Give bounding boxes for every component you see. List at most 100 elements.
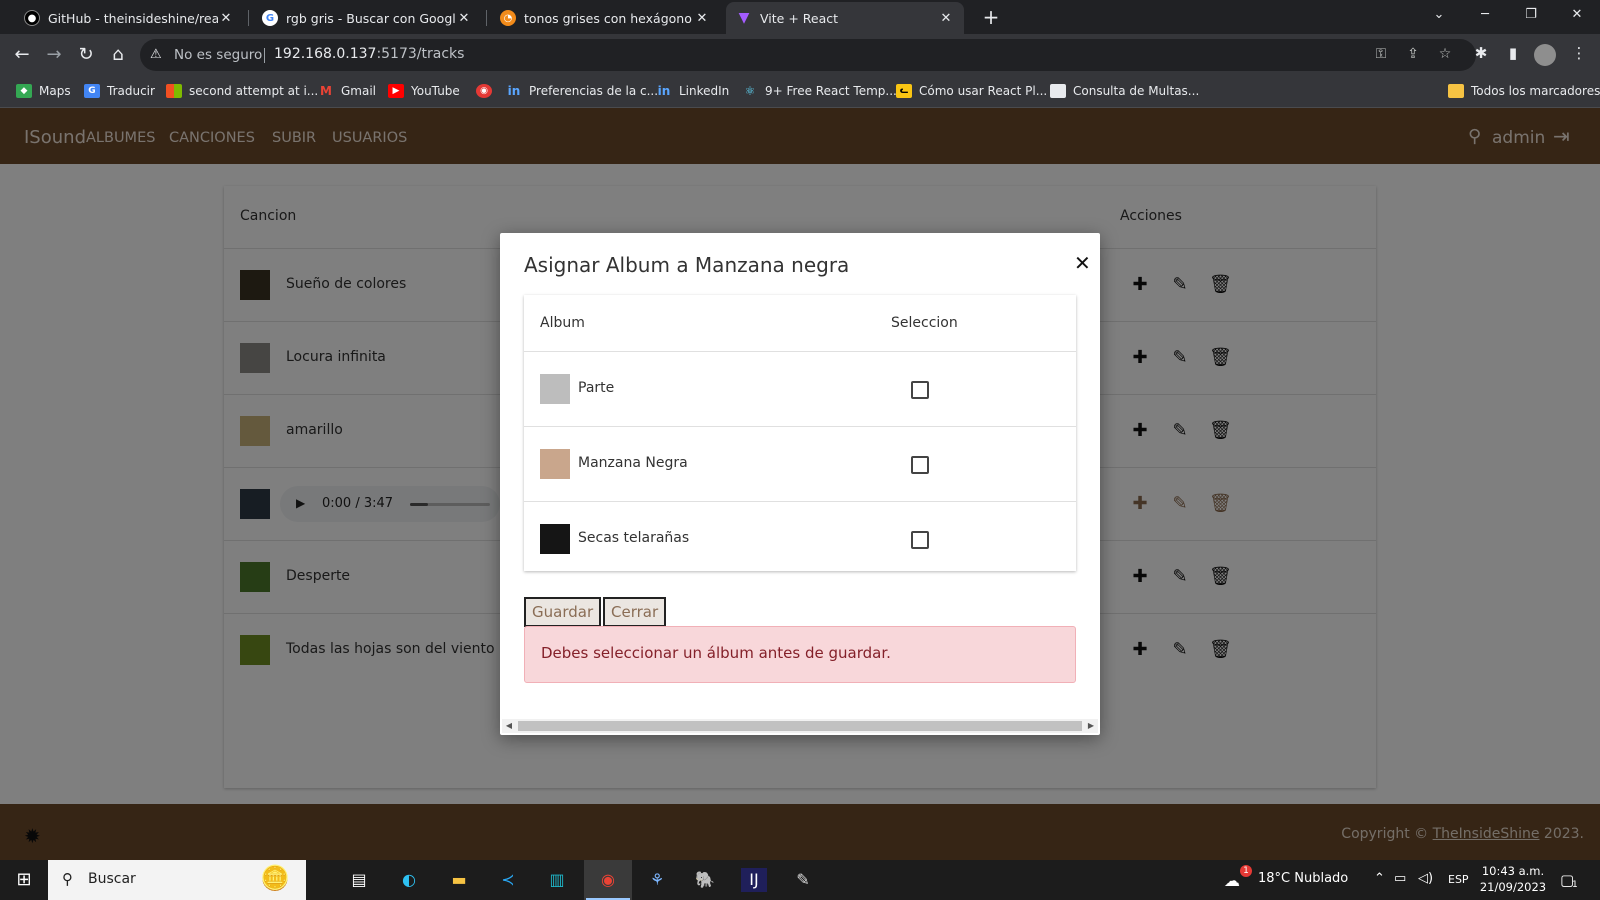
share-icon[interactable]: ⇪ <box>1404 46 1422 64</box>
bookmark-label: YouTube <box>411 84 460 98</box>
bookmark-label: Maps <box>39 84 71 98</box>
microsoft-icon <box>166 84 182 98</box>
close-tab-icon[interactable]: ✕ <box>456 11 472 26</box>
windows-taskbar: ⊞ ⚲ Buscar 🪙 ▤ ◐ ▬ ≺ ▥ ◉ ⚘ 🐘 IJ ✎ ☁ 1 18… <box>0 860 1600 900</box>
bookmark-multas[interactable]: Consulta de Multas... <box>1050 84 1199 98</box>
palette-site-icon: ◔ <box>500 10 516 26</box>
edge-icon[interactable]: ◐ <box>396 868 422 892</box>
cat-icon: ᓚ <box>896 84 912 98</box>
address-bar[interactable]: ⚠ No es seguro 192.168.0.137:5173/tracks… <box>140 39 1476 71</box>
bookmark-second-attempt[interactable]: second attempt at i... <box>166 84 318 98</box>
tab-search-icon[interactable]: ⌄ <box>1416 0 1462 34</box>
clock-time: 10:43 a.m. <box>1481 864 1545 878</box>
scroll-right-icon[interactable]: ▶ <box>1084 719 1098 733</box>
chevron-up-icon[interactable]: ⌃ <box>1374 871 1385 886</box>
tab-separator <box>486 10 487 26</box>
modal-title: Asignar Album a Manzana negra <box>524 253 850 277</box>
album-cover <box>540 524 570 554</box>
reload-icon[interactable]: ↻ <box>74 43 98 67</box>
close-tab-icon[interactable]: ✕ <box>218 11 234 26</box>
weather-text[interactable]: 18°C Nublado <box>1258 871 1348 886</box>
home-icon[interactable]: ⌂ <box>106 43 130 67</box>
minimize-icon[interactable]: ─ <box>1462 0 1508 34</box>
bookmark-label: 9+ Free React Temp... <box>765 84 897 98</box>
forward-icon[interactable]: → <box>42 43 66 67</box>
search-highlight-icon[interactable]: 🪙 <box>260 864 290 892</box>
scrollbar-thumb[interactable] <box>518 721 1082 731</box>
bookmark-linkedin-prefs[interactable]: in Preferencias de la c... <box>506 84 658 98</box>
postgres-icon[interactable]: 🐘 <box>692 868 718 892</box>
all-bookmarks[interactable]: Todos los marcadores <box>1448 84 1600 98</box>
bookmark-linkedin[interactable]: in LinkedIn <box>656 84 730 98</box>
bookmark-translate[interactable]: G Traducir <box>84 84 155 98</box>
album-checkbox[interactable] <box>911 456 929 474</box>
tab-separator <box>248 10 249 26</box>
bookmark-react-pl[interactable]: ᓚ Cómo usar React Pl... <box>896 84 1047 98</box>
bookmark-maps[interactable]: ◆ Maps <box>16 84 71 98</box>
scroll-left-icon[interactable]: ◀ <box>502 719 516 733</box>
bookmark-label: second attempt at i... <box>189 84 319 98</box>
save-button[interactable]: Guardar <box>524 597 602 627</box>
clock[interactable]: 10:43 a.m. 21/09/2023 <box>1478 863 1548 895</box>
close-icon[interactable]: ✕ <box>1074 251 1091 275</box>
album-checkbox[interactable] <box>911 381 929 399</box>
restore-icon[interactable]: ❐ <box>1508 0 1554 34</box>
browser-tab-colors[interactable]: ◔ tonos grises con hexágono rgb p ✕ <box>490 2 720 34</box>
table-row: Manzana Negra <box>524 426 1076 501</box>
side-panel-icon[interactable]: ▮ <box>1502 44 1524 66</box>
omnibox-divider <box>264 48 265 63</box>
profile-avatar[interactable] <box>1534 44 1556 66</box>
gimp-icon[interactable]: ✎ <box>790 868 816 892</box>
url-text[interactable]: 192.168.0.137:5173/tracks <box>274 46 464 62</box>
extensions-icon[interactable]: ✱ <box>1470 44 1492 66</box>
windows-start-icon[interactable]: ⊞ <box>11 868 37 892</box>
browser-tab-github[interactable]: ● GitHub - theinsideshine/react-ins ✕ <box>14 2 244 34</box>
star-icon[interactable]: ☆ <box>1436 46 1454 64</box>
bookmarks-bar: ◆ Maps G Traducir second attempt at i... M… <box>0 76 1600 108</box>
tab-title: rgb gris - Buscar con Google <box>286 10 456 26</box>
browser-tab-google[interactable]: G rgb gris - Buscar con Google ✕ <box>252 2 482 34</box>
close-tab-icon[interactable]: ✕ <box>694 11 710 26</box>
security-label[interactable]: No es seguro <box>174 47 262 63</box>
network-icon[interactable]: ▭ <box>1394 871 1406 886</box>
bookmark-label: Traducir <box>107 84 155 98</box>
album-name: Secas telarañas <box>578 530 690 546</box>
bookmark-record[interactable]: ◉ <box>476 84 499 98</box>
browser-toolbar: ← → ↻ ⌂ ⚠ No es seguro 192.168.0.137:517… <box>0 34 1600 76</box>
key-icon[interactable]: ⚿ <box>1372 46 1390 64</box>
back-icon[interactable]: ← <box>10 43 34 67</box>
language-indicator[interactable]: ESP <box>1448 873 1469 886</box>
cancel-button[interactable]: Cerrar <box>603 597 667 627</box>
bookmark-gmail[interactable]: M Gmail <box>318 84 376 98</box>
linkedin-icon: in <box>507 84 521 98</box>
file-explorer-icon[interactable]: ▬ <box>446 868 472 892</box>
close-tab-icon[interactable]: ✕ <box>938 11 954 26</box>
volume-icon[interactable]: ◁) <box>1418 871 1433 886</box>
chrome-icon[interactable]: ◉ <box>595 868 621 892</box>
browser-tab-strip: ● GitHub - theinsideshine/react-ins ✕ G … <box>0 0 1600 34</box>
new-tab-icon[interactable]: + <box>978 5 1004 31</box>
vscode-icon[interactable]: ≺ <box>495 868 521 892</box>
warning-icon[interactable]: ⚠ <box>150 47 162 62</box>
album-checkbox[interactable] <box>911 531 929 549</box>
mysql-workbench-icon[interactable]: ⚘ <box>644 868 670 892</box>
document-icon <box>1050 84 1066 98</box>
intellij-icon[interactable]: IJ <box>741 868 767 892</box>
close-window-icon[interactable]: ✕ <box>1554 0 1600 34</box>
menu-kebab-icon[interactable]: ⋮ <box>1568 44 1590 66</box>
app-icon[interactable]: ▥ <box>544 868 570 892</box>
browser-tab-vite[interactable]: ▼ Vite + React ✕ <box>726 2 964 34</box>
linkedin-icon: in <box>657 84 671 98</box>
weather-icon[interactable]: ☁ <box>1224 871 1240 890</box>
horizontal-scrollbar[interactable]: ◀ ▶ <box>502 719 1098 733</box>
bookmark-react-templates[interactable]: ⚛ 9+ Free React Temp... <box>742 84 897 98</box>
bookmark-youtube[interactable]: ▶ YouTube <box>388 84 460 98</box>
url-host: 192.168.0.137 <box>274 46 377 62</box>
bookmark-label: Todos los marcadores <box>1471 84 1600 98</box>
task-view-icon[interactable]: ▤ <box>346 868 372 892</box>
web-page: ISound ALBUMES CANCIONES SUBIR USUARIOS … <box>0 108 1600 860</box>
react-icon: ⚛ <box>744 84 756 98</box>
youtube-icon: ▶ <box>388 84 404 98</box>
taskbar-search[interactable]: ⚲ Buscar 🪙 <box>48 860 306 900</box>
bookmark-label: LinkedIn <box>679 84 730 98</box>
